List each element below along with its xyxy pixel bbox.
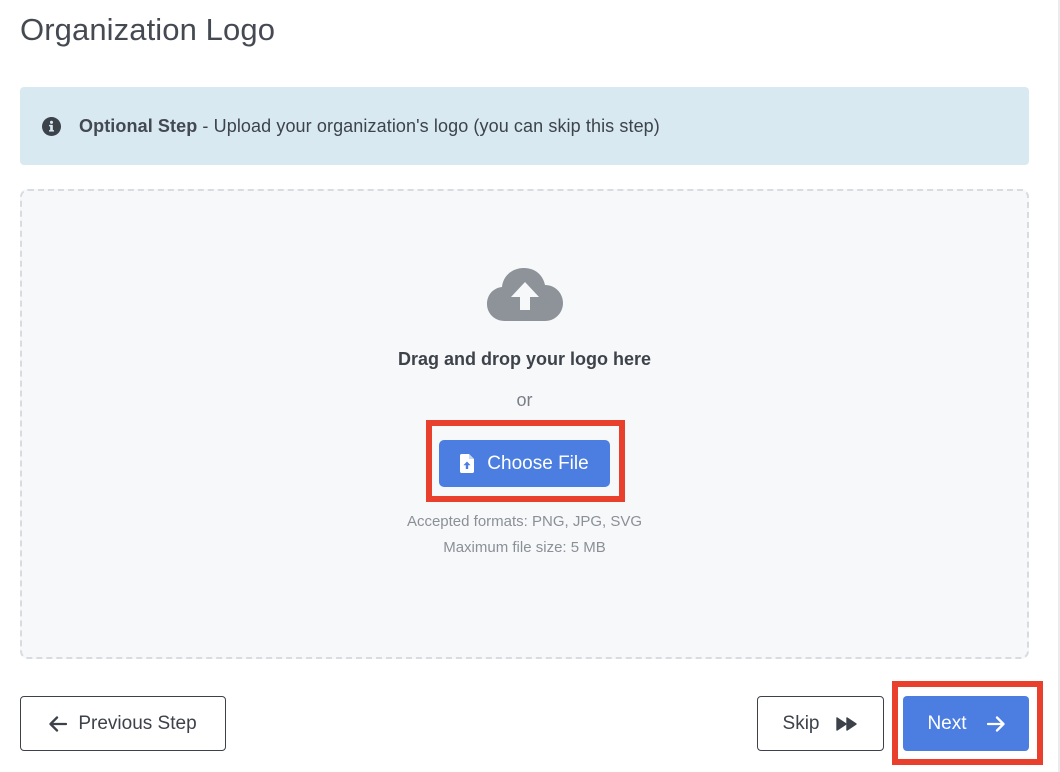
optional-step-alert: Optional Step - Upload your organization… <box>20 87 1029 165</box>
or-separator: or <box>516 390 533 410</box>
info-circle-icon <box>42 116 61 136</box>
next-label: Next <box>927 712 967 734</box>
previous-step-button[interactable]: Previous Step <box>20 696 226 751</box>
arrow-left-icon <box>49 715 68 732</box>
skip-button[interactable]: Skip <box>757 696 884 751</box>
choose-file-button[interactable]: Choose File <box>439 440 610 487</box>
fast-forward-icon <box>836 716 858 731</box>
logo-dropzone[interactable]: Drag and drop your logo here or Choose F… <box>20 189 1029 659</box>
next-button[interactable]: Next <box>903 696 1029 751</box>
page-title: Organization Logo <box>20 12 276 47</box>
max-file-size-text: Maximum file size: 5 MB <box>443 539 606 556</box>
alert-title: Optional Step <box>79 115 198 136</box>
alert-description: - Upload your organization's logo (you c… <box>197 115 660 136</box>
skip-label: Skip <box>782 712 820 734</box>
previous-step-label: Previous Step <box>78 712 197 734</box>
file-upload-icon <box>460 454 475 473</box>
arrow-right-icon <box>986 715 1005 732</box>
alert-message: Optional Step - Upload your organization… <box>79 116 660 137</box>
cloud-upload-icon <box>486 266 564 324</box>
choose-file-label: Choose File <box>487 452 589 474</box>
accepted-formats-text: Accepted formats: PNG, JPG, SVG <box>406 513 643 530</box>
drop-prompt: Drag and drop your logo here <box>397 349 652 369</box>
